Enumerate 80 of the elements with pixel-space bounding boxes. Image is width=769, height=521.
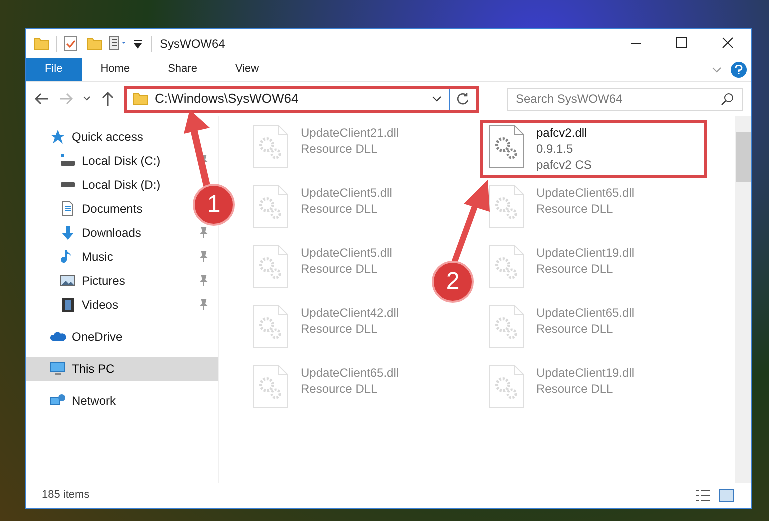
pin-icon[interactable] (198, 299, 210, 311)
file-name: UpdateClient19.dll (536, 245, 635, 261)
highlighted-file-tile[interactable]: pafcv2.dll 0.9.1.5 pafcv2 CS (480, 120, 707, 178)
address-path: C:\Windows\SysWOW64 (155, 90, 299, 108)
file-gears-icon (253, 185, 289, 229)
address-bar[interactable]: C:\Windows\SysWOW64 (124, 86, 479, 112)
file-name: UpdateClient5.dll (301, 245, 392, 261)
file-gears-icon (253, 365, 289, 409)
nav-item[interactable]: Documents (60, 200, 143, 218)
file-detail: Resource DLL (301, 381, 379, 397)
file-name: pafcv2.dll (536, 125, 588, 141)
down-arrow-icon (60, 225, 76, 241)
nav-item[interactable]: Downloads (60, 224, 142, 242)
checklist-icon[interactable] (63, 36, 79, 52)
file-detail: Resource DLL (536, 261, 614, 277)
window-title: SysWOW64 (160, 36, 226, 52)
folder-icon (133, 91, 149, 107)
up-arrow-icon[interactable] (100, 91, 116, 107)
file-gears-icon (488, 245, 524, 289)
pin-icon[interactable] (198, 251, 210, 263)
file-gears-icon (488, 305, 524, 349)
drive-icon (60, 182, 76, 188)
dropdown-icon[interactable] (133, 38, 143, 48)
ribbon-tab[interactable]: Home (82, 58, 150, 81)
file-gears-icon (253, 125, 289, 169)
selected-row-highlight[interactable]: This PC (26, 357, 218, 381)
properties-icon[interactable] (109, 36, 129, 52)
film-icon (60, 297, 76, 313)
file-name: UpdateClient65.dll (301, 365, 400, 381)
nav-item[interactable]: Videos (60, 296, 118, 314)
file-detail: Resource DLL (536, 321, 614, 337)
nav-item[interactable]: Pictures (60, 272, 126, 290)
scrollbar-thumb[interactable] (736, 132, 750, 182)
file-gears-icon (488, 125, 524, 169)
file-detail: Resource DLL (301, 321, 379, 337)
nav-item[interactable]: Local Disk (D:) (60, 176, 161, 194)
nav-item[interactable]: This PC (50, 360, 115, 378)
details-view-icon[interactable] (695, 488, 711, 502)
pin-icon[interactable] (198, 227, 210, 239)
ribbon-tab[interactable]: Share (149, 58, 216, 81)
star-icon (50, 129, 66, 145)
file-gears-icon (488, 185, 524, 229)
file-gears-icon (488, 365, 524, 409)
file-detail: Resource DLL (301, 141, 379, 157)
file-name: UpdateClient65.dll (536, 305, 635, 321)
folder-icon (34, 36, 50, 52)
file-name: UpdateClient19.dll (536, 365, 635, 381)
tiles-view-icon[interactable] (719, 488, 735, 502)
file-name: UpdateClient65.dll (536, 185, 635, 201)
new-folder-icon (87, 36, 103, 52)
monitor-icon (50, 361, 66, 377)
file-gears-icon (253, 305, 289, 349)
file-detail: Resource DLL (301, 201, 379, 217)
ribbon-tab[interactable]: View (216, 58, 278, 81)
file-detail: pafcv2 CS (536, 157, 592, 173)
file-detail: Resource DLL (536, 381, 614, 397)
file-name: UpdateClient42.dll (301, 305, 400, 321)
file-detail: Resource DLL (301, 261, 379, 277)
pin-icon[interactable] (198, 275, 210, 287)
ribbon-tab[interactable]: File (26, 58, 82, 81)
search-field[interactable]: Search SysWOW64 (507, 88, 743, 110)
search-icon (721, 92, 735, 106)
scrollbar[interactable] (735, 116, 751, 483)
nav-item[interactable]: OneDrive (50, 328, 123, 346)
refresh-icon[interactable] (456, 92, 470, 106)
file-name: UpdateClient5.dll (301, 185, 392, 201)
status-text: 185 items (42, 488, 90, 504)
back-arrow-icon[interactable] (34, 91, 50, 107)
file-detail: 0.9.1.5 (536, 141, 574, 157)
help-icon[interactable] (731, 62, 747, 78)
nav-item[interactable]: Network (50, 392, 116, 410)
nav-item[interactable]: Music (60, 248, 114, 266)
nav-item[interactable]: Quick access (50, 128, 144, 146)
file-detail: Resource DLL (536, 201, 614, 217)
document-icon (60, 201, 76, 217)
picture-icon (60, 273, 76, 289)
file-gears-icon (253, 245, 289, 289)
drive-icon (60, 153, 76, 169)
nav-item[interactable]: Local Disk (C:) (60, 152, 161, 170)
file-name: UpdateClient21.dll (301, 125, 400, 141)
